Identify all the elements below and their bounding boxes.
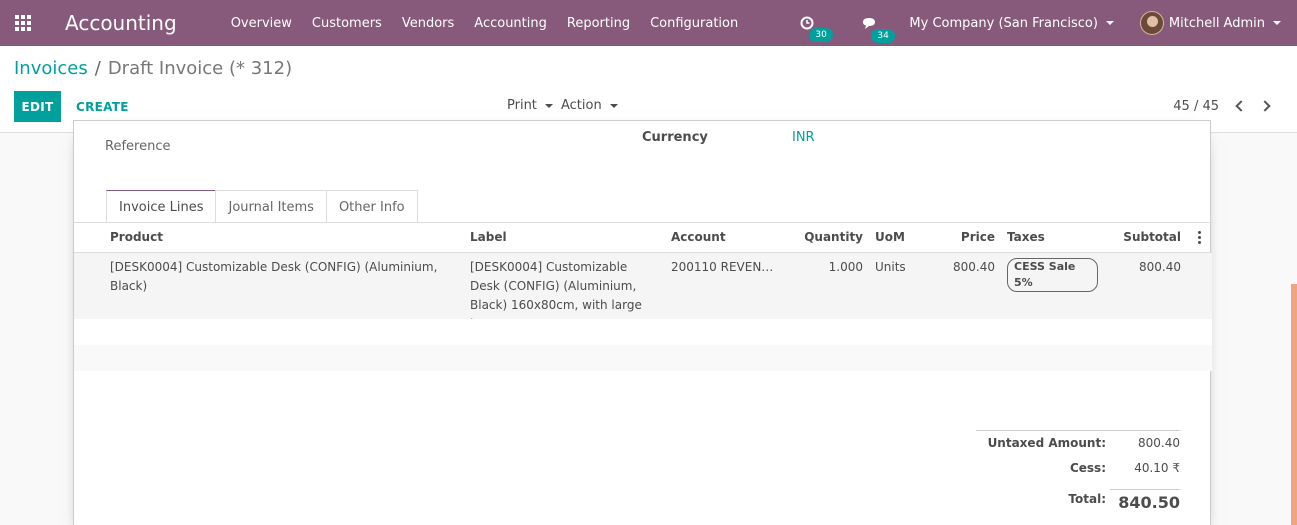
breadcrumb-current: Draft Invoice (* 312) <box>107 58 293 79</box>
menu-item-reporting[interactable]: Reporting <box>557 16 640 31</box>
top-navbar: Accounting Overview Customers Vendors Ac… <box>0 0 1297 46</box>
column-taxes[interactable]: Taxes <box>1001 223 1104 253</box>
action-dropdown[interactable]: Action <box>561 98 618 113</box>
chevron-left-icon <box>1234 100 1247 112</box>
empty-row[interactable] <box>74 345 1212 371</box>
optional-columns-toggle[interactable] <box>1187 223 1212 253</box>
print-dropdown[interactable]: Print <box>507 98 553 113</box>
untaxed-amount-value: 800.40 <box>1138 436 1180 450</box>
avatar <box>1139 11 1164 35</box>
breadcrumb-invoices[interactable]: Invoices <box>14 58 88 79</box>
table-header-row: Product Label Account Quantity UoM Price… <box>74 223 1212 253</box>
print-label: Print <box>507 98 537 113</box>
column-subtotal[interactable]: Subtotal <box>1104 223 1187 253</box>
action-label: Action <box>561 98 602 113</box>
invoice-sheet: Currency INR Reference Invoice Lines Jou… <box>73 120 1212 525</box>
empty-row[interactable] <box>74 319 1212 345</box>
tax-tag: CESS Sale 5% <box>1007 257 1098 292</box>
menu-item-configuration[interactable]: Configuration <box>640 16 748 31</box>
comments-icon <box>863 17 876 29</box>
pager-previous-button[interactable] <box>1228 95 1250 117</box>
edit-button[interactable]: EDIT <box>14 91 61 122</box>
column-quantity[interactable]: Quantity <box>778 223 869 253</box>
currency-label: Currency <box>642 130 708 145</box>
caret-down-icon <box>1105 21 1114 25</box>
breadcrumb-separator: / <box>94 58 101 79</box>
column-label[interactable]: Label <box>464 223 665 253</box>
scrollbar-thumb[interactable] <box>1291 284 1297 525</box>
company-name: My Company (San Francisco) <box>909 15 1098 31</box>
total-divider <box>1110 489 1180 490</box>
tab-invoice-lines[interactable]: Invoice Lines <box>106 190 217 223</box>
total-label: Total: <box>1068 492 1106 506</box>
untaxed-amount-label: Untaxed Amount: <box>987 436 1106 450</box>
cess-label: Cess: <box>1069 461 1106 475</box>
chevron-right-icon <box>1258 100 1271 112</box>
column-uom[interactable]: UoM <box>869 223 936 253</box>
tab-other-info[interactable]: Other Info <box>325 190 418 223</box>
reference-label: Reference <box>105 139 171 154</box>
caret-down-icon <box>1273 21 1281 25</box>
currency-value[interactable]: INR <box>792 130 815 145</box>
column-product[interactable]: Product <box>74 223 464 253</box>
create-button[interactable]: CREATE <box>76 91 129 122</box>
main-menu: Overview Customers Vendors Accounting Re… <box>221 16 749 31</box>
pager-value: 45 / 45 <box>1173 99 1219 114</box>
menu-item-accounting[interactable]: Accounting <box>464 16 557 31</box>
activity-menu[interactable]: 30 <box>786 16 833 42</box>
caret-down-icon <box>544 103 553 108</box>
caret-down-icon <box>609 103 618 108</box>
cess-value: 40.10 ₹ <box>1134 461 1180 475</box>
breadcrumb: Invoices / Draft Invoice (* 312) <box>14 58 292 79</box>
tab-journal-items[interactable]: Journal Items <box>215 190 327 223</box>
app-title[interactable]: Accounting <box>65 11 177 35</box>
column-account[interactable]: Account <box>665 223 778 253</box>
user-menu[interactable]: Mitchell Admin <box>1139 11 1281 35</box>
user-name: Mitchell Admin <box>1168 15 1265 31</box>
apps-menu-icon[interactable] <box>0 0 46 46</box>
messaging-menu[interactable]: 34 <box>848 17 895 43</box>
activity-badge: 30 <box>809 28 833 42</box>
messages-badge: 34 <box>871 28 895 43</box>
menu-item-customers[interactable]: Customers <box>302 16 392 31</box>
notebook-tabs: Invoice Lines Journal Items Other Info <box>106 190 418 223</box>
pager-next-button[interactable] <box>1255 95 1277 117</box>
column-price[interactable]: Price <box>936 223 1001 253</box>
menu-item-overview[interactable]: Overview <box>221 16 302 31</box>
total-value: 840.50 <box>1118 493 1180 512</box>
totals-divider <box>976 430 1180 431</box>
menu-item-vendors[interactable]: Vendors <box>392 16 464 31</box>
kebab-icon <box>1193 230 1206 244</box>
company-switcher[interactable]: My Company (San Francisco) <box>909 15 1114 31</box>
